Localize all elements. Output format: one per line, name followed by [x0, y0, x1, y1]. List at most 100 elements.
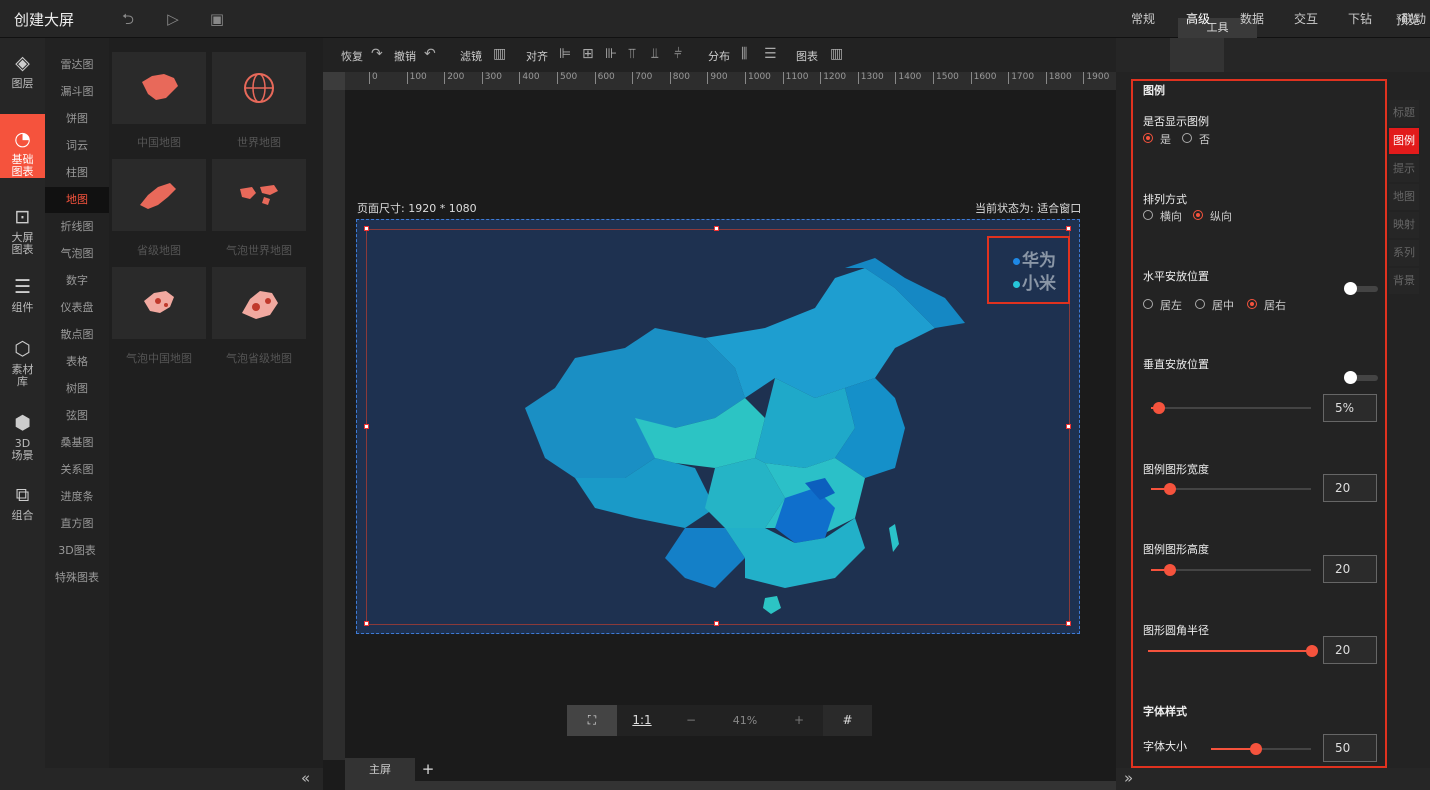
undo-button[interactable]: 撤销 [394, 48, 416, 64]
nav-screen-charts[interactable]: ⊡ 大屏图表 [0, 206, 45, 256]
nav-layers[interactable]: ◈ 图层 [0, 52, 45, 90]
icon-height-input[interactable]: 20 [1323, 555, 1377, 583]
category-item[interactable]: 3D图表 [45, 542, 109, 558]
fit-window-icon[interactable]: ⛶ [567, 705, 617, 736]
category-item[interactable]: 数字 [45, 272, 109, 288]
tab-data[interactable]: 数据 [1240, 10, 1264, 27]
resize-handle[interactable] [714, 226, 719, 231]
resize-handle[interactable] [364, 226, 369, 231]
thumb-province-map[interactable] [112, 159, 206, 231]
add-tab-button[interactable]: + [417, 758, 439, 780]
align-right-icon[interactable]: ⊪ [605, 46, 617, 62]
tab-advanced[interactable]: 高级 [1186, 10, 1210, 27]
align-top-icon[interactable]: ⫪ [628, 46, 636, 62]
category-item[interactable]: 雷达图 [45, 56, 109, 72]
align-middle-icon[interactable]: ⫫ [651, 46, 659, 62]
icon-height-slider[interactable] [1151, 564, 1311, 576]
icon-width-slider[interactable] [1151, 483, 1311, 495]
category-item[interactable]: 散点图 [45, 326, 109, 342]
v-position-input[interactable]: 5% [1323, 394, 1377, 422]
align-center-icon[interactable]: ⊞ [582, 46, 594, 62]
category-item[interactable]: 树图 [45, 380, 109, 396]
category-item-active[interactable]: 地图 [45, 187, 109, 213]
nav-components[interactable]: ☰ 组件 [0, 276, 45, 314]
zoom-in-button[interactable]: + [775, 705, 823, 736]
filter-button[interactable]: 滤镜 [460, 48, 482, 64]
resize-handle[interactable] [1066, 621, 1071, 626]
v-position-toggle[interactable] [1344, 371, 1378, 384]
category-item[interactable]: 仪表盘 [45, 299, 109, 315]
category-item[interactable]: 词云 [45, 137, 109, 153]
resize-handle[interactable] [714, 621, 719, 626]
align-button[interactable]: 对齐 [526, 48, 548, 64]
tab-main-screen[interactable]: 主屏 [345, 758, 415, 781]
radio-left[interactable] [1143, 299, 1153, 309]
side-tab-series[interactable]: 系列 [1389, 240, 1419, 266]
radius-input[interactable]: 20 [1323, 636, 1377, 664]
map-legend[interactable]: 华为 小米 [987, 236, 1070, 304]
nav-assets[interactable]: ⬡ 素材库 [0, 338, 45, 388]
category-item[interactable]: 进度条 [45, 488, 109, 504]
resize-handle[interactable] [364, 424, 369, 429]
category-item[interactable]: 关系图 [45, 461, 109, 477]
side-tab-tooltip[interactable]: 提示 [1389, 156, 1419, 182]
radio-horizontal[interactable] [1143, 210, 1153, 220]
side-tab-title[interactable]: 标题 [1389, 100, 1419, 126]
icon-width-input[interactable]: 20 [1323, 474, 1377, 502]
distribute-button[interactable]: 分布 [708, 48, 730, 64]
grid-icon[interactable]: # [823, 705, 872, 736]
redo-button[interactable]: 恢复 [341, 48, 363, 64]
horizontal-scrollbar[interactable] [345, 781, 1116, 790]
category-item[interactable]: 漏斗图 [45, 83, 109, 99]
category-item[interactable]: 气泡图 [45, 245, 109, 261]
distribute-h-icon[interactable]: ⫼ [741, 46, 747, 62]
collapse-left-icon[interactable]: « [301, 769, 310, 787]
h-position-toggle[interactable] [1344, 282, 1378, 295]
resize-handle[interactable] [1066, 424, 1071, 429]
thumb-bubble-china-map[interactable] [112, 267, 206, 339]
tab-drilldown[interactable]: 下钻 [1348, 10, 1372, 27]
radio-center[interactable] [1195, 299, 1205, 309]
play-icon[interactable]: ▷ [163, 9, 183, 29]
chart-button[interactable]: 图表 [796, 48, 818, 64]
font-size-slider[interactable] [1211, 743, 1311, 755]
chart-icon[interactable]: ▥ [830, 46, 843, 62]
thumb-bubble-world-map[interactable] [212, 159, 306, 231]
nav-combine[interactable]: ⧉ 组合 [0, 484, 45, 522]
zoom-out-button[interactable]: − [667, 705, 715, 736]
thumb-china-map[interactable] [112, 52, 206, 124]
category-item[interactable]: 柱图 [45, 164, 109, 180]
tab-general[interactable]: 常规 [1131, 10, 1155, 27]
save-icon[interactable]: ▣ [207, 9, 227, 29]
v-position-slider[interactable] [1151, 402, 1311, 414]
resize-handle[interactable] [364, 621, 369, 626]
collapse-right-icon[interactable]: » [1124, 769, 1133, 787]
thumb-world-map[interactable] [212, 52, 306, 124]
nav-basic-charts[interactable]: ◔ 基础图表 [0, 114, 45, 178]
side-tab-map[interactable]: 地图 [1389, 184, 1419, 210]
radius-slider[interactable] [1148, 645, 1318, 657]
align-left-icon[interactable]: ⊫ [559, 46, 571, 62]
map-chart-selection[interactable] [366, 229, 1070, 625]
side-tab-mapping[interactable]: 映射 [1389, 212, 1419, 238]
font-size-input[interactable]: 50 [1323, 734, 1377, 762]
radio-show-no[interactable] [1182, 133, 1192, 143]
category-item[interactable]: 饼图 [45, 110, 109, 126]
align-bottom-icon[interactable]: ⫩ [674, 46, 682, 62]
redo-icon[interactable]: ↷ [371, 46, 383, 62]
one-to-one-button[interactable]: 1:1 [617, 705, 667, 736]
category-item[interactable]: 折线图 [45, 218, 109, 234]
tab-linkage[interactable]: 联动 [1402, 10, 1426, 27]
radio-right[interactable] [1247, 299, 1257, 309]
category-item[interactable]: 直方图 [45, 515, 109, 531]
back-icon[interactable]: ⮌ [118, 9, 138, 29]
tab-interaction[interactable]: 交互 [1294, 10, 1318, 27]
resize-handle[interactable] [1066, 226, 1071, 231]
filter-chart-icon[interactable]: ▥ [493, 46, 506, 62]
undo-icon[interactable]: ↶ [424, 46, 436, 62]
category-item[interactable]: 表格 [45, 353, 109, 369]
canvas-stage[interactable] [356, 219, 1080, 634]
category-item[interactable]: 特殊图表 [45, 569, 109, 585]
thumb-bubble-province-map[interactable] [212, 267, 306, 339]
radio-show-yes[interactable] [1143, 133, 1153, 143]
